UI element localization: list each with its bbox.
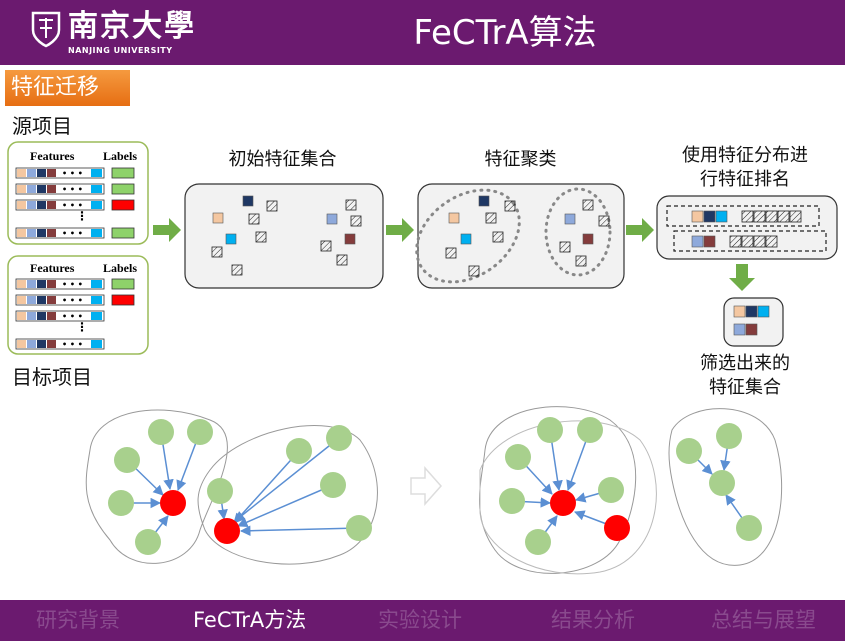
feature-transfer-diagram: Features Labels • • •• • •• • •⋮• • • Fe… [7,141,838,575]
table-row: • • • [15,310,105,322]
svg-text:• • •: • • • [62,229,83,238]
table-row: • • • [15,338,105,350]
source-features-header: Features [30,149,75,163]
feature-clustering-box [415,183,625,289]
table-row: • • • [15,183,135,195]
svg-text:• • •: • • • [62,169,83,178]
graph-right [479,406,783,575]
arrow-right-icon [386,218,414,242]
target-labels-header: Labels [103,261,137,275]
svg-text:• • •: • • • [62,185,83,194]
nav-item-experiment-design[interactable]: 实验设计 [378,606,462,634]
table-row: • • • [15,278,135,290]
svg-text:• • •: • • • [62,280,83,289]
svg-text:• • •: • • • [62,296,83,305]
source-labels-header: Labels [103,149,137,163]
table-row: • • • [15,294,135,306]
table-row: • • • [15,199,135,211]
nav-item-result-analysis[interactable]: 结果分析 [551,606,635,634]
nav-item-research-background[interactable]: 研究背景 [36,606,120,634]
arrow-right-icon [153,218,181,242]
graph-left [85,409,378,565]
nav-item-summary-outlook[interactable]: 总结与展望 [711,606,816,634]
transition-arrow-icon [410,466,443,506]
nav-item-fectra-method[interactable]: FeCTrA方法 [193,606,306,634]
table-row: • • • [15,227,135,239]
svg-text:• • •: • • • [62,340,83,349]
feature-ranking-box [656,195,838,260]
svg-text:⋮: ⋮ [76,209,88,223]
arrow-down-icon [729,264,755,291]
svg-text:⋮: ⋮ [76,320,88,334]
selected-feature-set-box [723,297,784,347]
table-row: • • • [15,167,135,179]
initial-feature-set-box [184,183,384,289]
arrow-right-icon [626,218,654,242]
target-features-header: Features [30,261,75,275]
